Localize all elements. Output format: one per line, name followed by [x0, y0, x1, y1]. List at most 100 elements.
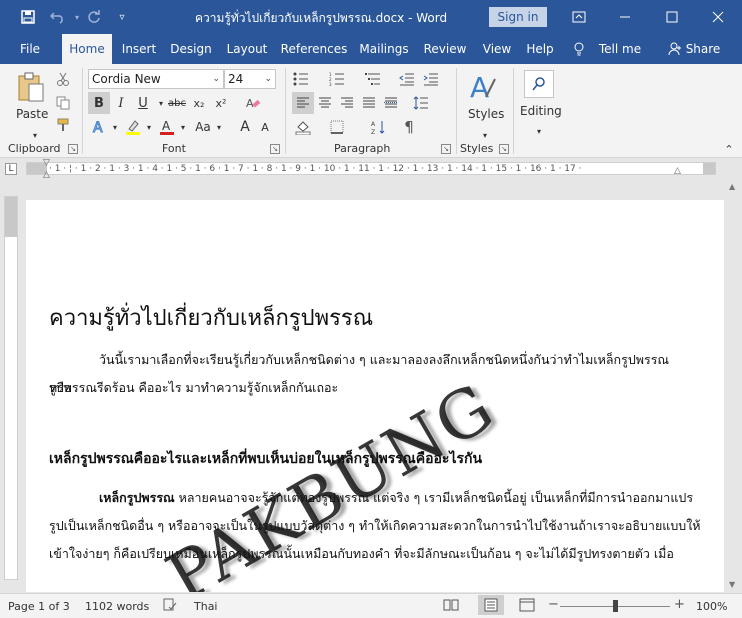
minimize-icon[interactable]: [613, 6, 637, 28]
zoom-slider-thumb[interactable]: [612, 600, 618, 612]
copy-icon[interactable]: [52, 92, 74, 114]
tell-me-search[interactable]: Tell me: [596, 34, 644, 64]
superscript-button[interactable]: x²: [210, 92, 232, 114]
styles-gallery-icon[interactable]: A: [466, 70, 500, 104]
editing-search-icon[interactable]: [524, 70, 554, 98]
font-color-dropdown-icon[interactable]: ▾: [172, 116, 194, 138]
grow-font-button[interactable]: A: [234, 116, 256, 138]
thai-distributed-icon[interactable]: [380, 92, 402, 114]
paragraph-launcher-icon[interactable]: ↘: [441, 144, 451, 154]
tab-home[interactable]: Home: [62, 34, 112, 64]
group-divider: [513, 68, 514, 154]
close-icon[interactable]: [706, 6, 730, 28]
decrease-indent-icon[interactable]: [396, 68, 418, 90]
tab-review[interactable]: Review: [420, 34, 470, 64]
show-formatting-marks-icon[interactable]: ¶: [398, 116, 420, 138]
subscript-button[interactable]: x₂: [188, 92, 210, 114]
styles-group-label: Styles: [460, 142, 494, 155]
first-line-indent-marker-icon[interactable]: ▽: [43, 158, 50, 168]
redo-icon[interactable]: [84, 7, 104, 27]
align-left-icon[interactable]: [292, 92, 314, 114]
tab-references[interactable]: References: [280, 34, 348, 64]
hanging-indent-marker-icon[interactable]: △: [43, 170, 50, 180]
group-divider: [456, 68, 457, 154]
tab-help[interactable]: Help: [523, 34, 557, 64]
zoom-in-icon[interactable]: +: [674, 597, 685, 612]
ruler-numbers: · 1 · ¦ · 1 · 2 · 1 · 3 · 1 · 4 · 1 · 5 …: [49, 164, 582, 174]
font-launcher-icon[interactable]: ↘: [270, 144, 280, 154]
page-count[interactable]: Page 1 of 3: [8, 600, 70, 613]
paste-button-label[interactable]: Paste: [16, 107, 48, 121]
chevron-down-icon: ⌄: [212, 74, 220, 84]
body-line1-text: หลายคนอาจจะรู้จักแต่ทองรูปพรรณ แต่จริง ๆ…: [174, 490, 694, 505]
svg-text:A: A: [246, 97, 254, 110]
customize-quick-access-icon[interactable]: ▿: [112, 7, 132, 27]
horizontal-ruler[interactable]: · 1 · ¦ · 1 · 2 · 1 · 3 · 1 · 4 · 1 · 5 …: [26, 162, 716, 175]
document-page[interactable]: ความรู้ทั่วไปเกี่ยวกับเหล็กรูปพรรณ วันนี…: [26, 200, 724, 592]
vertical-ruler[interactable]: [4, 196, 18, 580]
scroll-down-icon[interactable]: ▼: [729, 580, 735, 589]
body-paragraph-line2[interactable]: รูปเป็นเหล็กชนิดอื่น ๆ หรืออาจจะเป็นในรู…: [49, 512, 701, 540]
numbering-icon[interactable]: 123: [326, 68, 348, 90]
editing-dropdown-icon[interactable]: ▾: [528, 120, 550, 142]
tab-insert[interactable]: Insert: [116, 34, 162, 64]
read-mode-icon[interactable]: [443, 598, 459, 615]
proofing-icon[interactable]: [163, 598, 177, 615]
tab-layout[interactable]: Layout: [222, 34, 272, 64]
cut-icon[interactable]: [52, 68, 74, 90]
document-subheading[interactable]: เหล็กรูปพรรณคืออะไรและเหล็กที่พบเห็นบ่อย…: [49, 448, 482, 470]
strikethrough-button[interactable]: abc: [166, 92, 188, 114]
shrink-font-button[interactable]: A: [254, 116, 276, 138]
justify-icon[interactable]: [358, 92, 380, 114]
word-count[interactable]: 1102 words: [85, 600, 149, 613]
align-center-icon[interactable]: [314, 92, 336, 114]
increase-indent-icon[interactable]: [420, 68, 442, 90]
ribbon-display-options-icon[interactable]: [567, 6, 591, 28]
share-button[interactable]: Share: [686, 34, 721, 64]
tab-view[interactable]: View: [478, 34, 516, 64]
svg-text:A: A: [371, 121, 376, 128]
clear-formatting-icon[interactable]: A: [242, 92, 264, 114]
print-layout-icon[interactable]: [478, 595, 504, 615]
format-painter-icon[interactable]: [52, 114, 74, 136]
vertical-scrollbar[interactable]: ▲ ▼: [726, 180, 742, 593]
collapse-ribbon-icon[interactable]: ⌃: [718, 138, 740, 160]
undo-icon[interactable]: [48, 7, 68, 27]
line-spacing-icon[interactable]: [410, 92, 432, 114]
borders-icon[interactable]: [326, 116, 348, 138]
multilevel-list-icon[interactable]: [362, 68, 384, 90]
bold-button[interactable]: B: [88, 92, 110, 114]
shading-icon[interactable]: [292, 116, 314, 138]
body-paragraph-line1[interactable]: เหล็กรูปพรรณ หลายคนอาจจะรู้จักแต่ทองรูปพ…: [49, 484, 693, 512]
save-icon[interactable]: [18, 7, 38, 27]
align-right-icon[interactable]: [336, 92, 358, 114]
clipboard-launcher-icon[interactable]: ↘: [68, 144, 78, 154]
tab-design[interactable]: Design: [166, 34, 216, 64]
font-name-combobox[interactable]: Cordia New ⌄: [88, 69, 224, 89]
scroll-up-icon[interactable]: ▲: [729, 182, 735, 191]
tab-mailings[interactable]: Mailings: [356, 34, 412, 64]
sort-icon[interactable]: AZ: [368, 116, 390, 138]
editing-button-label[interactable]: Editing: [520, 104, 562, 118]
language-indicator[interactable]: Thai: [194, 600, 218, 613]
maximize-icon[interactable]: [660, 6, 684, 28]
tab-file[interactable]: File: [10, 34, 50, 64]
styles-launcher-icon[interactable]: ↘: [499, 144, 509, 154]
right-indent-marker-icon[interactable]: △: [674, 166, 681, 176]
zoom-out-icon[interactable]: −: [548, 597, 559, 612]
paste-clipboard-icon[interactable]: [14, 70, 48, 104]
intro-paragraph-line2[interactable]: รูปพรรณรีดร้อน คืออะไร มาทำความรู้จักเหล…: [49, 374, 689, 402]
web-layout-icon[interactable]: [519, 598, 535, 615]
sign-in-button[interactable]: Sign in: [489, 7, 547, 27]
styles-button-label[interactable]: Styles: [468, 107, 504, 121]
svg-text:Z: Z: [371, 129, 375, 135]
zoom-level[interactable]: 100%: [696, 600, 727, 613]
italic-button[interactable]: I: [110, 92, 132, 114]
bullets-icon[interactable]: [290, 68, 312, 90]
document-heading[interactable]: ความรู้ทั่วไปเกี่ยวกับเหล็กรูปพรรณ: [49, 300, 373, 335]
body-paragraph-line3[interactable]: เข้าใจง่ายๆ ก็คือเปรียบเหมือนเหล็กรูปพรร…: [49, 540, 689, 568]
svg-text:A: A: [93, 120, 103, 135]
change-case-dropdown-icon[interactable]: ▾: [208, 116, 230, 138]
tab-selector-icon[interactable]: L: [5, 163, 17, 175]
font-size-combobox[interactable]: 24 ⌄: [224, 69, 276, 89]
